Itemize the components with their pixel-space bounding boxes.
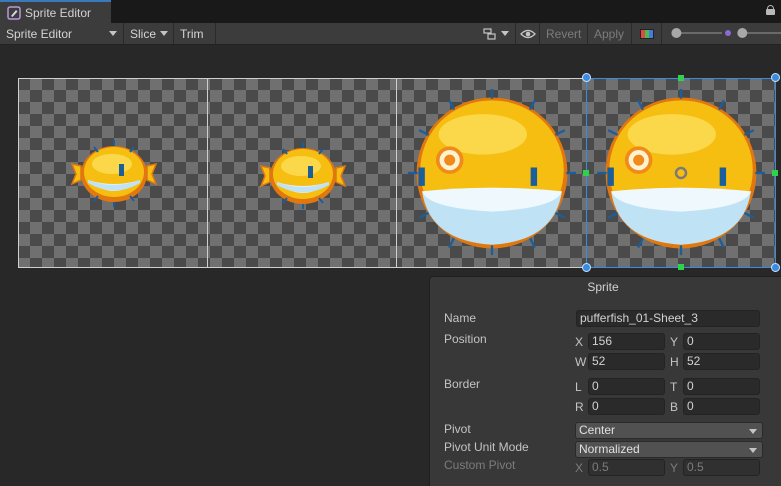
sprite-editor-icon	[7, 5, 21, 20]
chevron-down-icon	[109, 31, 117, 36]
border-handle-bottom[interactable]	[678, 264, 684, 270]
chevron-down-icon	[160, 31, 169, 36]
border-handle-left[interactable]	[583, 170, 589, 176]
w-axis-label: W	[575, 355, 587, 369]
panel-title: Sprite	[587, 280, 619, 294]
zoom-slider-thumb[interactable]	[671, 28, 682, 38]
resize-handle-tl[interactable]	[582, 73, 591, 82]
apply-label: Apply	[594, 26, 625, 41]
custom-pivot-x-field: 0.5	[588, 459, 665, 476]
border-handle-top[interactable]	[678, 75, 684, 81]
border-handle-right[interactable]	[772, 170, 778, 176]
r-axis-label: R	[575, 400, 584, 414]
sprite-cell-3-selected[interactable]	[586, 78, 776, 268]
title-bar: Sprite Editor	[0, 0, 781, 23]
border-bottom-field[interactable]: 0	[683, 398, 760, 415]
position-x-field[interactable]: 156	[588, 333, 665, 350]
chevron-down-icon	[749, 429, 757, 434]
mip-slider-thumb[interactable]	[737, 28, 748, 38]
pivot-unit-mode-dropdown[interactable]: Normalized	[575, 441, 763, 458]
visibility-toggle[interactable]	[516, 23, 540, 44]
sprite-cell-0[interactable]	[18, 78, 208, 268]
border-label: Border	[444, 377, 481, 391]
x-axis-label: X	[575, 335, 584, 349]
width-field[interactable]: 52	[588, 353, 665, 370]
slice-label: Slice	[130, 26, 157, 41]
apply-button[interactable]: Apply	[588, 23, 632, 44]
revert-button[interactable]: Revert	[540, 23, 588, 44]
resize-handle-tr[interactable]	[771, 73, 780, 82]
mip-icon	[725, 30, 731, 36]
mode-dropdown-label: Sprite Editor	[6, 26, 73, 41]
name-label: Name	[444, 311, 477, 325]
pivot-value: Center	[579, 423, 616, 437]
border-top-field[interactable]: 0	[683, 378, 760, 395]
eye-icon	[519, 29, 536, 38]
sprite-cell-1[interactable]	[207, 78, 397, 268]
chevron-down-icon	[749, 448, 757, 453]
border-left-field[interactable]: 0	[588, 378, 665, 395]
h-axis-label: H	[670, 355, 679, 369]
name-field[interactable]: pufferfish_01-Sheet_3	[576, 310, 760, 327]
position-y-field[interactable]: 0	[683, 333, 760, 350]
zoom-sliders[interactable]	[668, 23, 781, 44]
slice-dropdown[interactable]: Slice	[124, 23, 174, 44]
rgb-icon	[639, 28, 654, 39]
pivot-label: Pivot	[444, 422, 471, 436]
custom-pivot-x-axis: X	[575, 461, 584, 475]
sprite-inspector-panel: Sprite Name pufferfish_01-Sheet_3 Positi…	[429, 276, 781, 486]
trim-button[interactable]: Trim	[174, 23, 216, 44]
lock-icon[interactable]	[766, 5, 775, 15]
tab-sprite-editor[interactable]: Sprite Editor	[0, 0, 111, 23]
pivot-unit-mode-value: Normalized	[579, 442, 640, 456]
color-channel-button[interactable]	[632, 23, 662, 44]
mode-dropdown[interactable]: Sprite Editor	[0, 23, 124, 44]
b-axis-label: B	[670, 400, 679, 414]
custom-pivot-y-field: 0.5	[683, 459, 760, 476]
custom-pivot-y-axis: Y	[670, 461, 679, 475]
height-field[interactable]: 52	[683, 353, 760, 370]
border-right-field[interactable]: 0	[588, 398, 665, 415]
sprite-cell-2[interactable]	[396, 78, 587, 268]
layout-icon	[482, 27, 496, 40]
pivot-dropdown[interactable]: Center	[575, 422, 763, 439]
resize-handle-br[interactable]	[771, 263, 780, 272]
pivot-unit-mode-label: Pivot Unit Mode	[444, 440, 529, 454]
layout-dropdown[interactable]	[476, 23, 516, 44]
revert-label: Revert	[546, 26, 582, 41]
toolbar: Sprite Editor Slice Trim Revert Apply	[0, 23, 781, 45]
position-label: Position	[444, 332, 487, 346]
sprite-sheet	[18, 78, 776, 268]
trim-label: Trim	[180, 26, 204, 41]
tab-title: Sprite Editor	[25, 5, 92, 20]
l-axis-label: L	[575, 380, 582, 394]
y-axis-label: Y	[670, 335, 679, 349]
resize-handle-bl[interactable]	[582, 263, 591, 272]
custom-pivot-label: Custom Pivot	[444, 458, 516, 472]
t-axis-label: T	[670, 380, 678, 394]
chevron-down-icon	[500, 31, 509, 36]
